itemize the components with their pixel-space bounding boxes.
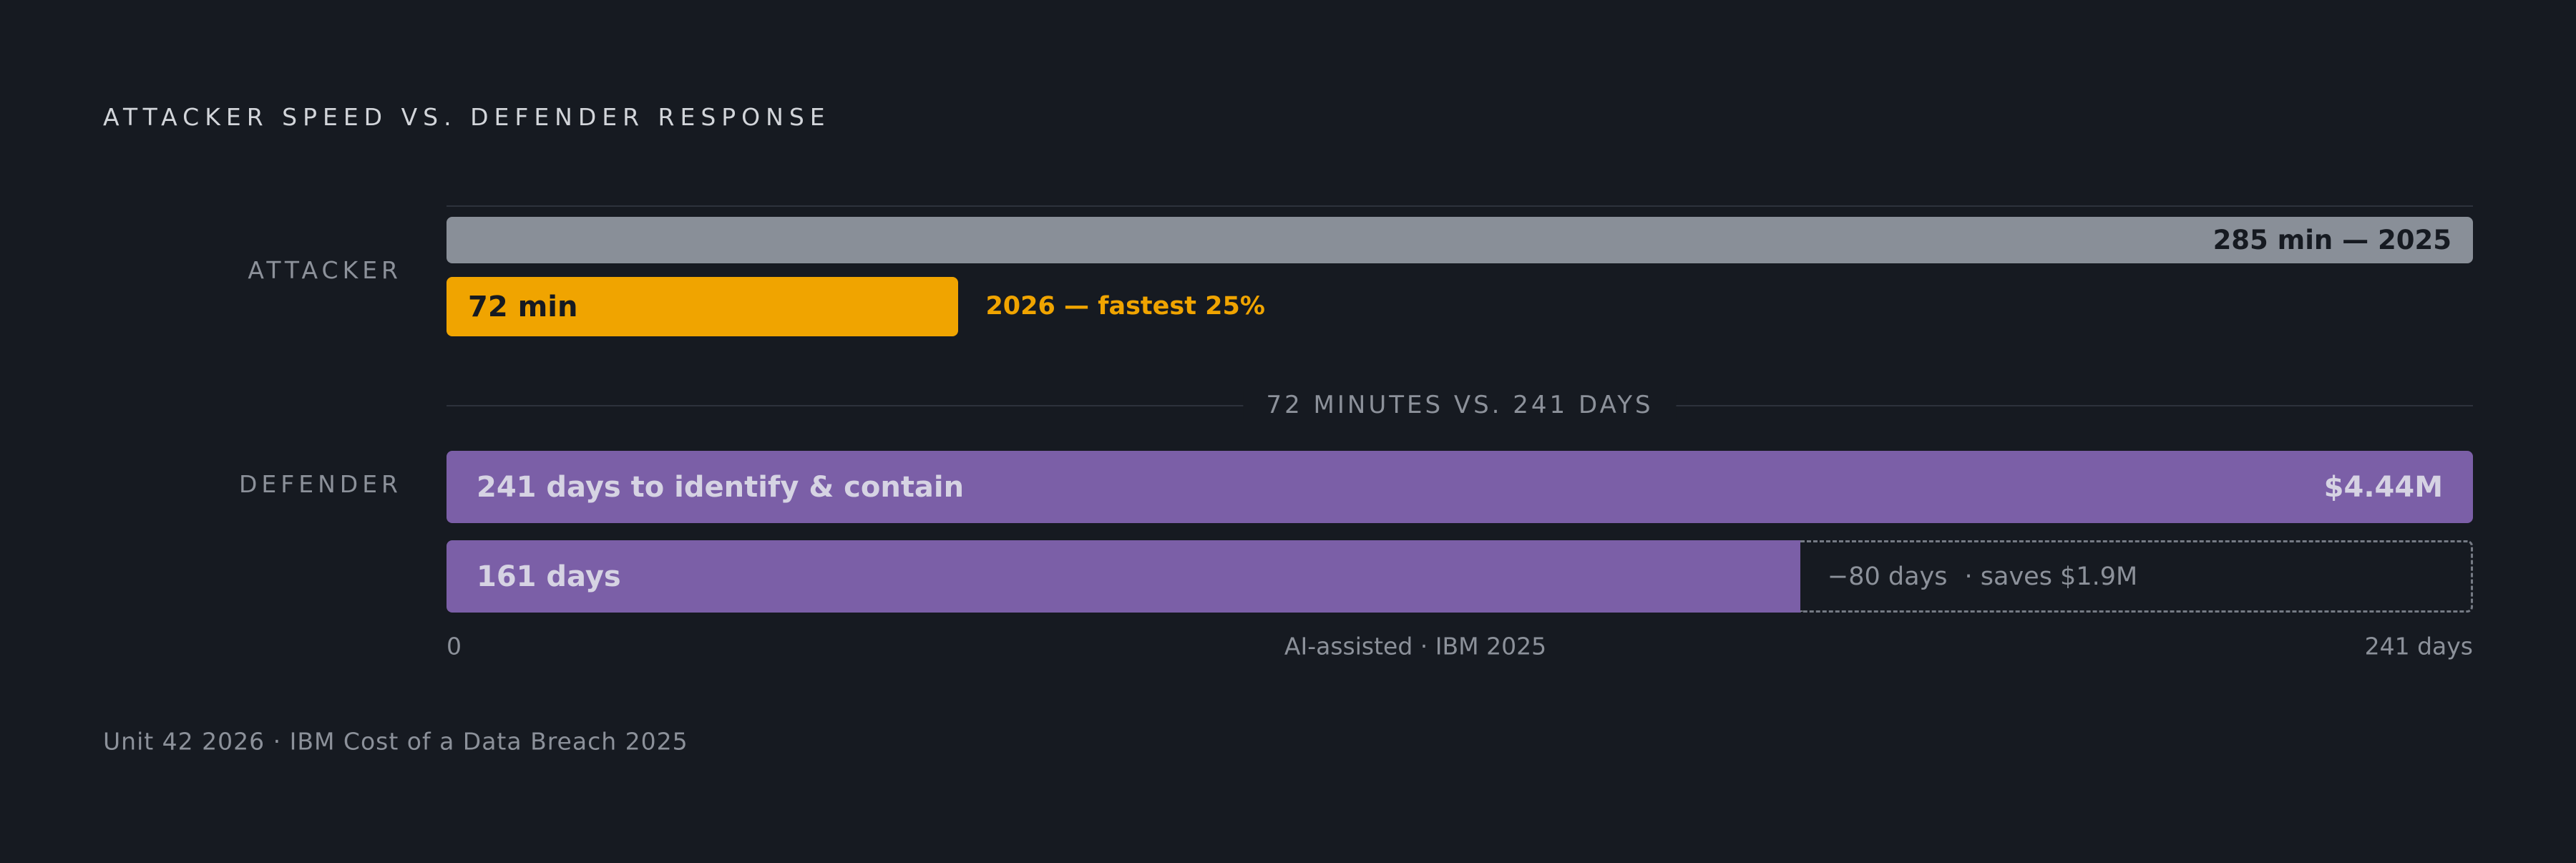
chart-title: ATTACKER SPEED VS. DEFENDER RESPONSE [103, 103, 831, 131]
defender-ai-label: 161 days [477, 560, 621, 593]
defender-savings-remainder: −80 days · saves $1.9M [1800, 540, 2473, 613]
axis-max-label: 241 days [2364, 632, 2473, 660]
attacker-2026-bar-label: 72 min [468, 290, 578, 323]
defender-cost-label: $4.44M [2323, 470, 2443, 504]
source-note: Unit 42 2026 · IBM Cost of a Data Breach… [103, 727, 688, 756]
attacker-label: ATTACKER [248, 256, 402, 284]
remainder-days-label: −80 days [1827, 562, 1948, 591]
attacker-2025-bar: 285 min — 2025 [447, 217, 2473, 263]
defender-baseline-label: 241 days to identify & contain [477, 470, 965, 504]
attacker-2025-bar-label: 285 min — 2025 [2212, 225, 2451, 255]
axis-min-label: 0 [447, 632, 462, 660]
defender-baseline-bar: 241 days to identify & contain $4.44M [447, 451, 2473, 523]
defender-label: DEFENDER [239, 470, 402, 498]
attacker-2026-bar: 72 min [447, 277, 959, 336]
attacker-2026-note: 2026 — fastest 25% [985, 292, 1265, 321]
savings-label: · saves $1.9M [1964, 562, 2138, 591]
divider-label: 72 MINUTES VS. 241 DAYS [1243, 391, 1677, 419]
defender-ai-bar: 161 days [447, 540, 1800, 613]
axis-center-label: AI-assisted · IBM 2025 [1284, 632, 1547, 660]
top-rule [447, 205, 2473, 207]
